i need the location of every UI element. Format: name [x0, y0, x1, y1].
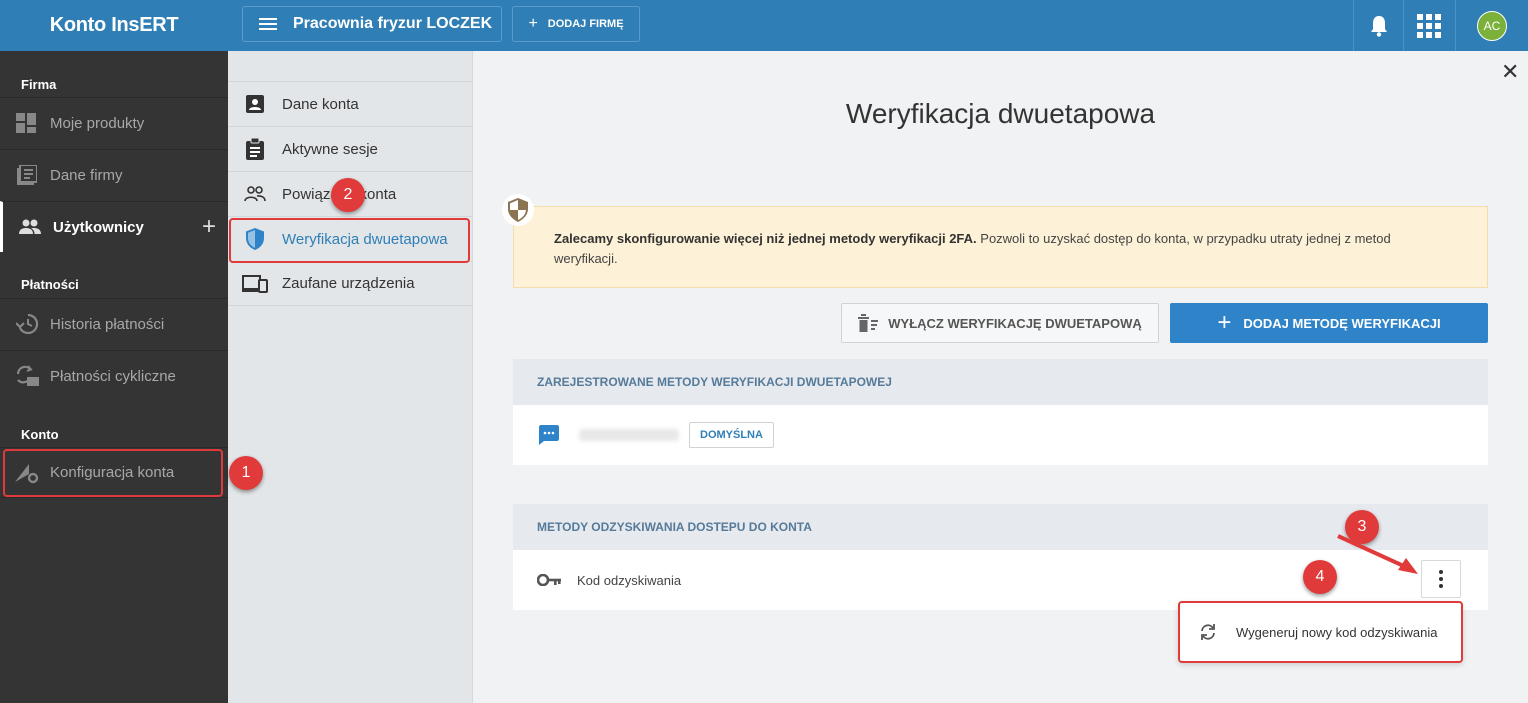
- kebab-dot: [1439, 577, 1443, 581]
- kebab-dot: [1439, 584, 1443, 588]
- user-menu-button[interactable]: AC: [1455, 0, 1528, 51]
- add-company-label: DODAJ FIRMĘ: [547, 18, 624, 30]
- sidebar-item-label: Historia płatności: [50, 315, 165, 333]
- sidebar-item-historia-platnosci[interactable]: Historia płatności: [0, 298, 228, 349]
- sms-method-row: DOMYŚLNA: [513, 405, 1488, 465]
- disable-2fa-button[interactable]: WYŁĄCZ WERYFIKACJĘ DWUETAPOWĄ: [841, 303, 1159, 343]
- regenerate-label: Wygeneruj nowy kod odzyskiwania: [1236, 624, 1438, 640]
- notifications-button[interactable]: [1353, 0, 1403, 51]
- subnav-label: Zaufane urządzenia: [282, 275, 415, 292]
- close-icon[interactable]: ✕: [1501, 59, 1519, 85]
- sidebar-item-dane-firmy[interactable]: Dane firmy: [0, 149, 228, 200]
- sidebar-item-label: Dane firmy: [50, 166, 123, 184]
- subnav-label: Dane konta: [282, 95, 359, 113]
- highlight-weryfikacja: [229, 218, 470, 263]
- registered-methods-header: ZAREJESTROWANE METODY WERYFIKACJI DWUETA…: [513, 359, 1488, 405]
- bell-icon: [1370, 15, 1387, 37]
- disable-2fa-label: WYŁĄCZ WERYFIKACJĘ DWUETAPOWĄ: [888, 315, 1142, 331]
- add-method-label: DODAJ METODĘ WERYFIKACJI: [1243, 315, 1441, 331]
- company-name: Pracownia fryzur LOCZEK: [293, 15, 493, 32]
- plus-icon: +: [528, 15, 538, 32]
- subnav-item-dane-konta[interactable]: Dane konta: [228, 81, 473, 126]
- refresh-icon: [1180, 623, 1236, 641]
- company-selector-button[interactable]: Pracownia fryzur LOCZEK: [242, 6, 502, 42]
- sidebar-item-moje-produkty[interactable]: Moje produkty: [0, 97, 228, 148]
- annotation-badge-1: 1: [229, 456, 263, 490]
- regenerate-recovery-code-menu-item[interactable]: Wygeneruj nowy kod odzyskiwania: [1178, 601, 1463, 663]
- subnav-item-zaufane-urzadzenia[interactable]: Zaufane urządzenia: [228, 261, 473, 306]
- account-card-icon: [228, 95, 282, 113]
- devices-icon: [228, 274, 282, 293]
- users-icon: [3, 219, 53, 235]
- sidebar: Firma Moje produkty Dane firmy Użytkowni…: [0, 51, 228, 703]
- annotation-arrow-icon: [1337, 534, 1418, 574]
- recovery-code-label: Kod odzyskiwania: [577, 572, 682, 588]
- sidebar-item-platnosci-cykliczne[interactable]: Płatności cykliczne: [0, 350, 228, 401]
- add-verification-method-button[interactable]: + DODAJ METODĘ WERYFIKACJI: [1170, 303, 1488, 343]
- kebab-dot: [1439, 570, 1443, 574]
- dashboard-icon: [0, 113, 50, 133]
- annotation-badge-4: 4: [1303, 560, 1337, 594]
- add-company-button[interactable]: + DODAJ FIRMĘ: [512, 6, 640, 42]
- avatar: AC: [1477, 10, 1507, 41]
- annotation-badge-2: 2: [331, 178, 365, 212]
- sidebar-section-platnosci: Płatności: [21, 277, 79, 292]
- main-content: ✕ Weryfikacja dwuetapowa Zalecamy skonfi…: [473, 51, 1528, 703]
- linked-accounts-icon: [228, 186, 282, 202]
- sms-message-icon: [539, 425, 559, 445]
- top-bar: Konto InsERT Pracownia fryzur LOCZEK + D…: [0, 0, 1528, 51]
- sidebar-section-firma: Firma: [21, 77, 57, 92]
- highlight-konfiguracja: [3, 449, 223, 497]
- default-badge: DOMYŚLNA: [689, 422, 774, 448]
- sidebar-item-label: Płatności cykliczne: [50, 367, 176, 385]
- recurring-payment-icon: [0, 365, 50, 387]
- phone-number-redacted: [579, 429, 679, 441]
- account-subnav: Dane konta Aktywne sesje Powiązane konta…: [228, 51, 473, 703]
- plus-icon: +: [1217, 309, 1232, 336]
- warning-bold-text: Zalecamy skonfigurowanie więcej niż jedn…: [554, 231, 977, 246]
- shield-warning-icon: [502, 194, 534, 226]
- trash-icon: [858, 314, 879, 332]
- sidebar-item-uzytkownicy[interactable]: Użytkownicy +: [0, 201, 228, 252]
- sidebar-section-konto: Konto: [21, 427, 59, 442]
- sidebar-item-label: Użytkownicy: [53, 218, 144, 236]
- history-icon: [0, 314, 50, 334]
- apps-button[interactable]: [1403, 0, 1453, 51]
- subnav-label: Aktywne sesje: [282, 140, 378, 158]
- clipboard-icon: [228, 138, 282, 160]
- sidebar-item-label: Moje produkty: [50, 114, 145, 132]
- document-list-icon: [0, 165, 50, 185]
- apps-grid-icon: [1416, 13, 1441, 38]
- page-title: Weryfikacja dwuetapowa: [845, 98, 1156, 129]
- menu-icon: [259, 18, 277, 30]
- subnav-item-aktywne-sesje[interactable]: Aktywne sesje: [228, 126, 473, 171]
- key-icon: [537, 574, 561, 586]
- add-user-icon[interactable]: +: [202, 213, 216, 241]
- brand-logo[interactable]: Konto InsERT: [0, 0, 228, 51]
- warning-alert: Zalecamy skonfigurowanie więcej niż jedn…: [513, 206, 1488, 288]
